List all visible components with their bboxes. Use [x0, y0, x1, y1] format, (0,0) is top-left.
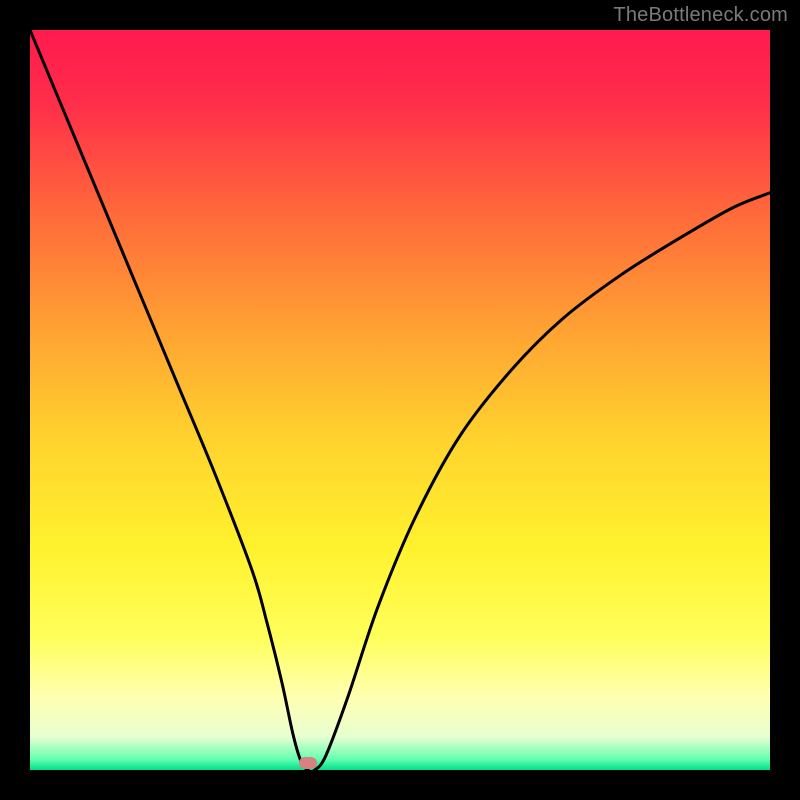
- plot-area: [30, 30, 770, 770]
- watermark-text: TheBottleneck.com: [613, 4, 788, 27]
- bottleneck-curve: [30, 30, 770, 770]
- optimal-point-marker: [299, 757, 317, 769]
- chart-frame: TheBottleneck.com: [0, 0, 800, 800]
